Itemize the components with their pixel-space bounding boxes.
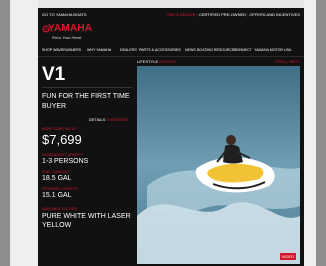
- main-nav: SHOP WAVERUNNERS WHY YAMAHA DEALERS PART…: [38, 45, 304, 55]
- overview-link[interactable]: OVERVIEW: [107, 117, 129, 122]
- tab-lifestyle[interactable]: LIFESTYLE: [137, 59, 158, 64]
- brand-tagline: Revs Your Heart: [52, 35, 82, 40]
- gallery-pager: PREV | NEXT: [275, 59, 300, 64]
- certified-pre-owned-link[interactable]: CERTIFIED PRE-OWNED: [199, 12, 246, 17]
- nav-news[interactable]: NEWS: [185, 48, 196, 52]
- hero-photo[interactable]: VIDEO: [137, 66, 300, 264]
- prev-link[interactable]: PREV: [275, 59, 286, 64]
- site-window: GO TO YAMAHA BOATS FIND A DEALER | CERTI…: [38, 8, 304, 266]
- product-title: V1: [42, 64, 66, 85]
- nav-boating-resources[interactable]: BOATING RESOURCES: [197, 48, 237, 52]
- yamaha-logo[interactable]: YAMAHA: [48, 23, 92, 34]
- find-dealer-link[interactable]: FIND A DEALER: [166, 12, 196, 17]
- nav-divider: [38, 56, 304, 57]
- nav-parts-accessories[interactable]: PARTS & ACCESSORIES: [139, 48, 181, 52]
- details-row: DETAILS OVERVIEW: [89, 117, 128, 122]
- storage-value: 15.1 GAL: [42, 192, 72, 199]
- nav-connect[interactable]: CONNECT: [234, 48, 252, 52]
- video-button[interactable]: VIDEO: [279, 253, 296, 260]
- title-divider: [42, 87, 132, 88]
- colors-value: PURE WHITE WITH LASER YELLOW: [42, 213, 131, 229]
- passenger-label: PASSENGER CAPACITY: [42, 153, 83, 157]
- gallery-tabs: LIFESTYLE PHOTOS: [137, 59, 176, 64]
- top-links: FIND A DEALER | CERTIFIED PRE-OWNED | OF…: [166, 12, 300, 17]
- next-link[interactable]: NEXT: [289, 59, 300, 64]
- msrp-label: MSRP STARTING AT: [42, 127, 77, 131]
- nav-yamaha-motor-usa[interactable]: YAMAHA MOTOR USA: [254, 48, 291, 52]
- nav-dealers[interactable]: DEALERS: [120, 48, 137, 52]
- tab-photos[interactable]: PHOTOS: [159, 59, 176, 64]
- details-label: DETAILS: [89, 117, 106, 122]
- colors-label: AVAILABLE COLORS: [42, 207, 78, 211]
- left-gutter: [0, 0, 10, 266]
- nav-why-yamaha[interactable]: WHY YAMAHA: [87, 48, 111, 52]
- offers-link[interactable]: OFFERS AND INCENTIVES: [249, 12, 300, 17]
- top-bar: GO TO YAMAHA BOATS FIND A DEALER | CERTI…: [38, 8, 304, 20]
- right-frame: [304, 0, 316, 266]
- go-to-boats-link[interactable]: GO TO YAMAHA BOATS: [42, 12, 87, 17]
- waverunner-photo-image: [137, 66, 300, 264]
- right-gutter: [316, 0, 326, 266]
- left-frame: [10, 0, 38, 266]
- fuel-value: 18.5 GAL: [42, 175, 72, 182]
- fuel-label: FUEL CAPACITY: [42, 170, 70, 174]
- msrp-value: $7,699: [42, 132, 82, 147]
- storage-label: STORAGE CAPACITY: [42, 187, 79, 191]
- nav-shop-waverunners[interactable]: SHOP WAVERUNNERS: [42, 48, 81, 52]
- product-tagline: FUN FOR THE FIRST TIME BUYER: [42, 93, 130, 110]
- passenger-value: 1-3 PERSONS: [42, 158, 89, 165]
